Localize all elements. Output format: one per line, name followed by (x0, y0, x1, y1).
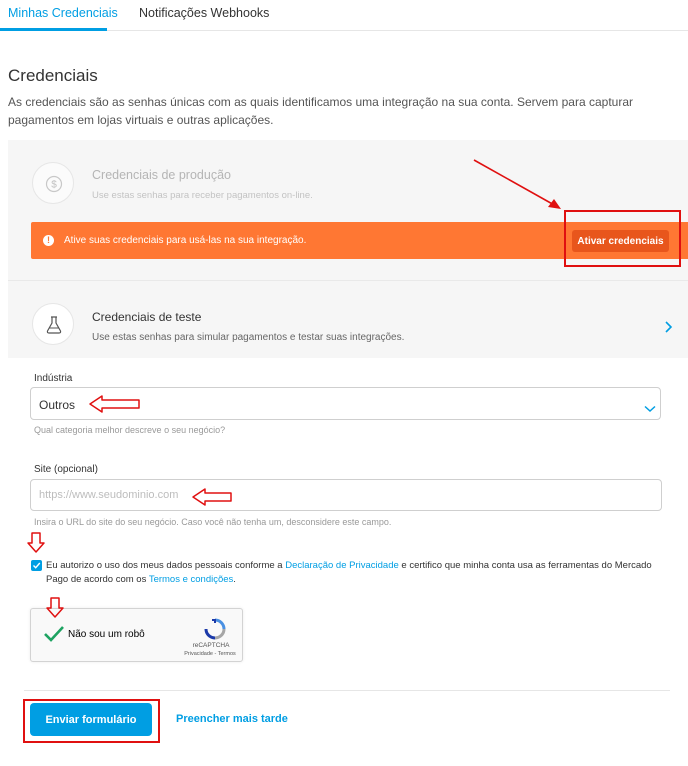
alert-text: Ative suas credenciais para usá-las na s… (64, 235, 307, 246)
fill-later-link[interactable]: Preencher mais tarde (176, 713, 288, 725)
production-credentials-description: Use estas senhas para receber pagamentos… (92, 190, 313, 201)
recaptcha-brand: reCAPTCHA (192, 642, 230, 649)
industry-select-value: Outros (39, 398, 76, 412)
footer-divider (24, 690, 670, 691)
annotation-arrow-consent (27, 532, 45, 553)
consent-checkbox[interactable] (31, 560, 42, 571)
tab-notificacoes-webhooks[interactable]: Notificações Webhooks (139, 6, 269, 20)
test-credentials-description: Use estas senhas para simular pagamentos… (92, 332, 405, 343)
site-label: Site (opcional) (34, 464, 98, 475)
page-title: Credenciais (8, 66, 98, 85)
recaptcha-widget: Não sou um robô reCAPTCHA Privacidade - … (30, 608, 243, 662)
chevron-right-icon[interactable] (664, 320, 674, 339)
annotation-box-activate (564, 210, 681, 267)
consent-text: Eu autorizo o uso dos meus dados pessoai… (46, 559, 676, 587)
svg-text:$: $ (51, 180, 57, 191)
tab-minhas-credenciais[interactable]: Minhas Credenciais (8, 6, 118, 20)
recaptcha-links[interactable]: Privacidade - Termos (177, 651, 243, 657)
tab-bar: Minhas Credenciais Notificações Webhooks (0, 0, 688, 31)
panel-divider (8, 280, 688, 281)
dollar-coin-icon: $ (32, 162, 74, 204)
flask-icon (32, 303, 74, 345)
recaptcha-label: Não sou um robô (68, 629, 145, 640)
production-credentials-title: Credenciais de produção (92, 168, 231, 182)
annotation-box-submit (23, 699, 160, 743)
site-input[interactable] (30, 479, 662, 511)
exclamation-icon: ! (43, 235, 54, 246)
checkmark-icon[interactable] (43, 625, 65, 648)
chevron-down-icon (644, 400, 656, 418)
active-tab-indicator (0, 28, 107, 31)
privacy-declaration-link[interactable]: Declaração de Privacidade (285, 560, 399, 571)
page-description: As credenciais são as senhas únicas com … (8, 95, 633, 127)
industry-label: Indústria (34, 373, 73, 384)
terms-link[interactable]: Termos e condições (149, 574, 233, 585)
industry-hint: Qual categoria melhor descreve o seu neg… (34, 425, 226, 435)
consent-text-part3: . (233, 574, 236, 585)
industry-select[interactable]: Outros (30, 387, 661, 420)
consent-text-part1: Eu autorizo o uso dos meus dados pessoai… (46, 560, 286, 571)
test-credentials-title: Credenciais de teste (92, 310, 202, 324)
site-hint: Insira o URL do site do seu negócio. Cas… (34, 517, 392, 527)
